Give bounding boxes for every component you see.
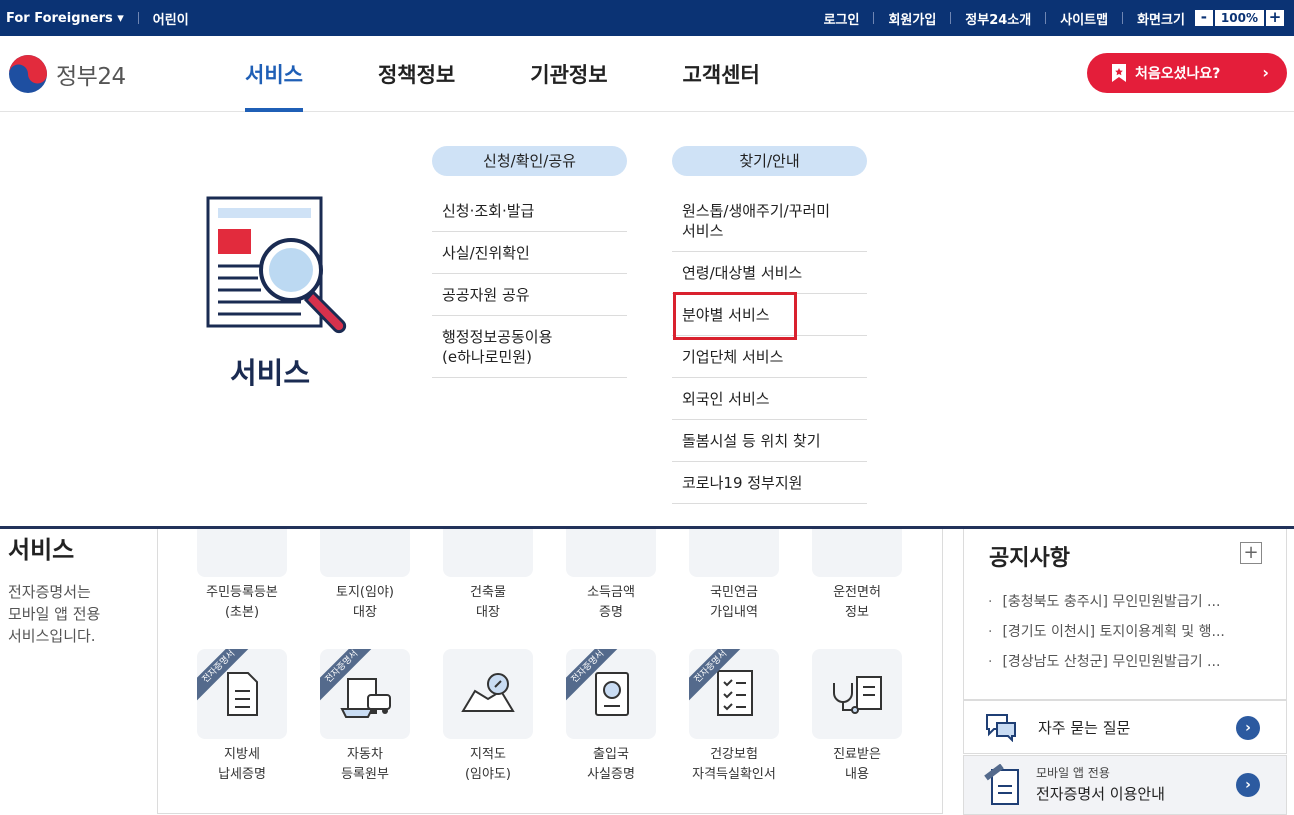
chevron-right-icon: › <box>1236 773 1260 797</box>
mobile-certificate-guide[interactable]: 모바일 앱 전용 전자증명서 이용안내 › <box>963 755 1287 815</box>
nav-policy[interactable]: 정책정보 <box>358 36 475 112</box>
site-logo[interactable]: 정부24 <box>8 54 126 94</box>
grid-item[interactable]: 진료받은 내용 <box>802 649 912 785</box>
menu-item-admin-info-sharing[interactable]: 행정정보공동이용 (e하나로민원) <box>432 316 627 378</box>
zoom-in-button[interactable]: + <box>1266 10 1284 26</box>
notice-title: 공지사항 <box>989 546 1070 571</box>
grid-item-label: 지방세 납세증명 <box>218 747 266 782</box>
menu-item-covid19[interactable]: 코로나19 정부지원 <box>672 462 867 504</box>
menu-item-onestop[interactable]: 원스톱/생애주기/꾸러미 서비스 <box>672 190 867 252</box>
about-link[interactable]: 정부24소개 <box>965 9 1031 28</box>
login-link[interactable]: 로그인 <box>824 9 860 28</box>
mobile-guide-sub: 모바일 앱 전용 <box>1036 766 1110 780</box>
zoom-value: 100% <box>1214 10 1264 26</box>
chat-bubble-icon <box>986 714 1016 742</box>
divider <box>950 12 952 24</box>
car-register-tile: 전자증명서 <box>320 649 410 739</box>
menu-item-business[interactable]: 기업단체 서비스 <box>672 336 867 378</box>
first-visit-label: 처음오셨나요? <box>1135 66 1221 82</box>
menu-item-foreigner[interactable]: 외국인 서비스 <box>672 378 867 420</box>
grid-item-label: 자동차 등록원부 <box>341 747 389 782</box>
local-tax-tile: 전자증명서 <box>197 649 287 739</box>
notice-item[interactable]: [경상남도 산청군] 무인민원발급기 ... <box>988 649 1278 679</box>
nav-services[interactable]: 서비스 <box>225 36 323 112</box>
e-certificate-grid: 주민등록등본 (초본) 토지(임야) 대장 건축물 대장 소득금액 증명 국민연… <box>157 487 943 814</box>
grid-item-label: 지적도 (임야도) <box>464 747 512 782</box>
divider <box>1045 12 1047 24</box>
top-utility-bar: For Foreigners ▾ 어린이 로그인 회원가입 정부24소개 사이트… <box>0 0 1294 36</box>
medical-record-tile <box>812 649 902 739</box>
chevron-right-icon: › <box>1262 63 1269 82</box>
for-foreigners-link[interactable]: For Foreigners ▾ <box>6 11 124 26</box>
first-visit-button[interactable]: 처음오셨나요? › <box>1087 53 1287 93</box>
menu-item-by-field[interactable]: 분야별 서비스 <box>672 292 867 340</box>
menu-column-apply: 신청/확인/공유 신청·조회·발급 사실/진위확인 공공자원 공유 행정정보공동… <box>432 146 627 378</box>
e-certificate-document-icon <box>984 764 1019 805</box>
grid-item-label: 운전면허 정보 <box>833 585 881 620</box>
logo-text: 정부24 <box>56 64 126 90</box>
main-header: 정부24 서비스 정책정보 기관정보 고객센터 처음오셨나요? › <box>0 36 1294 112</box>
section-title: 서비스 <box>8 536 75 564</box>
grid-item-label: 진료받은 내용 <box>833 747 881 782</box>
highlight-box <box>673 292 797 340</box>
map-compass-icon <box>461 673 515 712</box>
menu-column-find: 찾기/안내 원스톱/생애주기/꾸러미 서비스 연령/대상별 서비스 분야별 서비… <box>672 146 867 504</box>
document-search-icon <box>206 196 347 334</box>
grid-item[interactable]: 지적도 (임야도) <box>433 649 543 785</box>
grid-item-label: 건축물 대장 <box>470 585 506 620</box>
signup-link[interactable]: 회원가입 <box>888 9 936 28</box>
bookmark-star-icon <box>1112 64 1126 82</box>
kids-link[interactable]: 어린이 <box>153 9 189 28</box>
main-nav: 서비스 정책정보 기관정보 고객센터 <box>225 36 815 112</box>
divider <box>873 12 875 24</box>
grid-item[interactable]: 전자증명서 건강보험 자격득실확인서 <box>679 649 789 785</box>
zoom-control: - 100% + <box>1194 10 1284 26</box>
divider <box>1122 12 1124 24</box>
menu-title: 서비스 <box>229 356 311 390</box>
menu-item-care-facility[interactable]: 돌봄시설 등 위치 찾기 <box>672 420 867 462</box>
notice-more-button[interactable]: + <box>1240 542 1262 564</box>
grid-item[interactable]: 전자증명서 출입국 사실증명 <box>556 649 666 785</box>
taegeuk-logo-icon <box>9 55 47 93</box>
notice-item[interactable]: [경기도 이천시] 토지이용계획 및 행... <box>988 619 1278 649</box>
menu-column-heading: 찾기/안내 <box>672 146 867 176</box>
chevron-right-icon: › <box>1236 716 1260 740</box>
stethoscope-icon <box>833 676 882 714</box>
divider <box>137 12 139 24</box>
cadastral-map-tile <box>443 649 533 739</box>
menu-item-fact-check[interactable]: 사실/진위확인 <box>432 232 627 274</box>
notice-panel: 공지사항 + [충청북도 충주시] 무인민원발급기 ... [경기도 이천시] … <box>963 500 1287 700</box>
immigration-tile: 전자증명서 <box>566 649 656 739</box>
grid-item-label: 출입국 사실증명 <box>587 747 635 782</box>
services-mega-menu: 서비스 신청/확인/공유 신청·조회·발급 사실/진위확인 공공자원 공유 행정… <box>0 112 1294 529</box>
notice-item[interactable]: [충청북도 충주시] 무인민원발급기 ... <box>988 589 1278 619</box>
zoom-label: 화면크기 <box>1137 12 1185 28</box>
sitemap-link[interactable]: 사이트맵 <box>1060 9 1108 28</box>
grid-item-label: 국민연금 가입내역 <box>710 585 758 620</box>
grid-item-label: 주민등록등본 (초본) <box>206 585 278 620</box>
faq-label: 자주 묻는 질문 <box>1038 718 1131 737</box>
section-description: 전자증명서는 모바일 앱 전용 서비스입니다. <box>8 583 101 645</box>
nav-customer-center[interactable]: 고객센터 <box>663 36 780 112</box>
grid-item-label: 소득금액 증명 <box>587 585 635 620</box>
nav-agency[interactable]: 기관정보 <box>510 36 627 112</box>
grid-item-label: 토지(임야) 대장 <box>336 585 394 620</box>
menu-item-public-resource[interactable]: 공공자원 공유 <box>432 274 627 316</box>
menu-item-by-age[interactable]: 연령/대상별 서비스 <box>672 252 867 294</box>
faq-link[interactable]: 자주 묻는 질문 › <box>963 700 1287 754</box>
grid-item[interactable]: 전자증명서 지방세 납세증명 <box>187 649 297 785</box>
menu-column-heading: 신청/확인/공유 <box>432 146 627 176</box>
grid-item-label: 건강보험 자격득실확인서 <box>692 747 776 782</box>
zoom-out-button[interactable]: - <box>1194 10 1213 26</box>
menu-item-apply-issue[interactable]: 신청·조회·발급 <box>432 190 627 232</box>
health-insurance-tile: 전자증명서 <box>689 649 779 739</box>
grid-item[interactable]: 전자증명서 자동차 등록원부 <box>310 649 420 785</box>
mobile-guide-title: 전자증명서 이용안내 <box>1036 785 1165 803</box>
